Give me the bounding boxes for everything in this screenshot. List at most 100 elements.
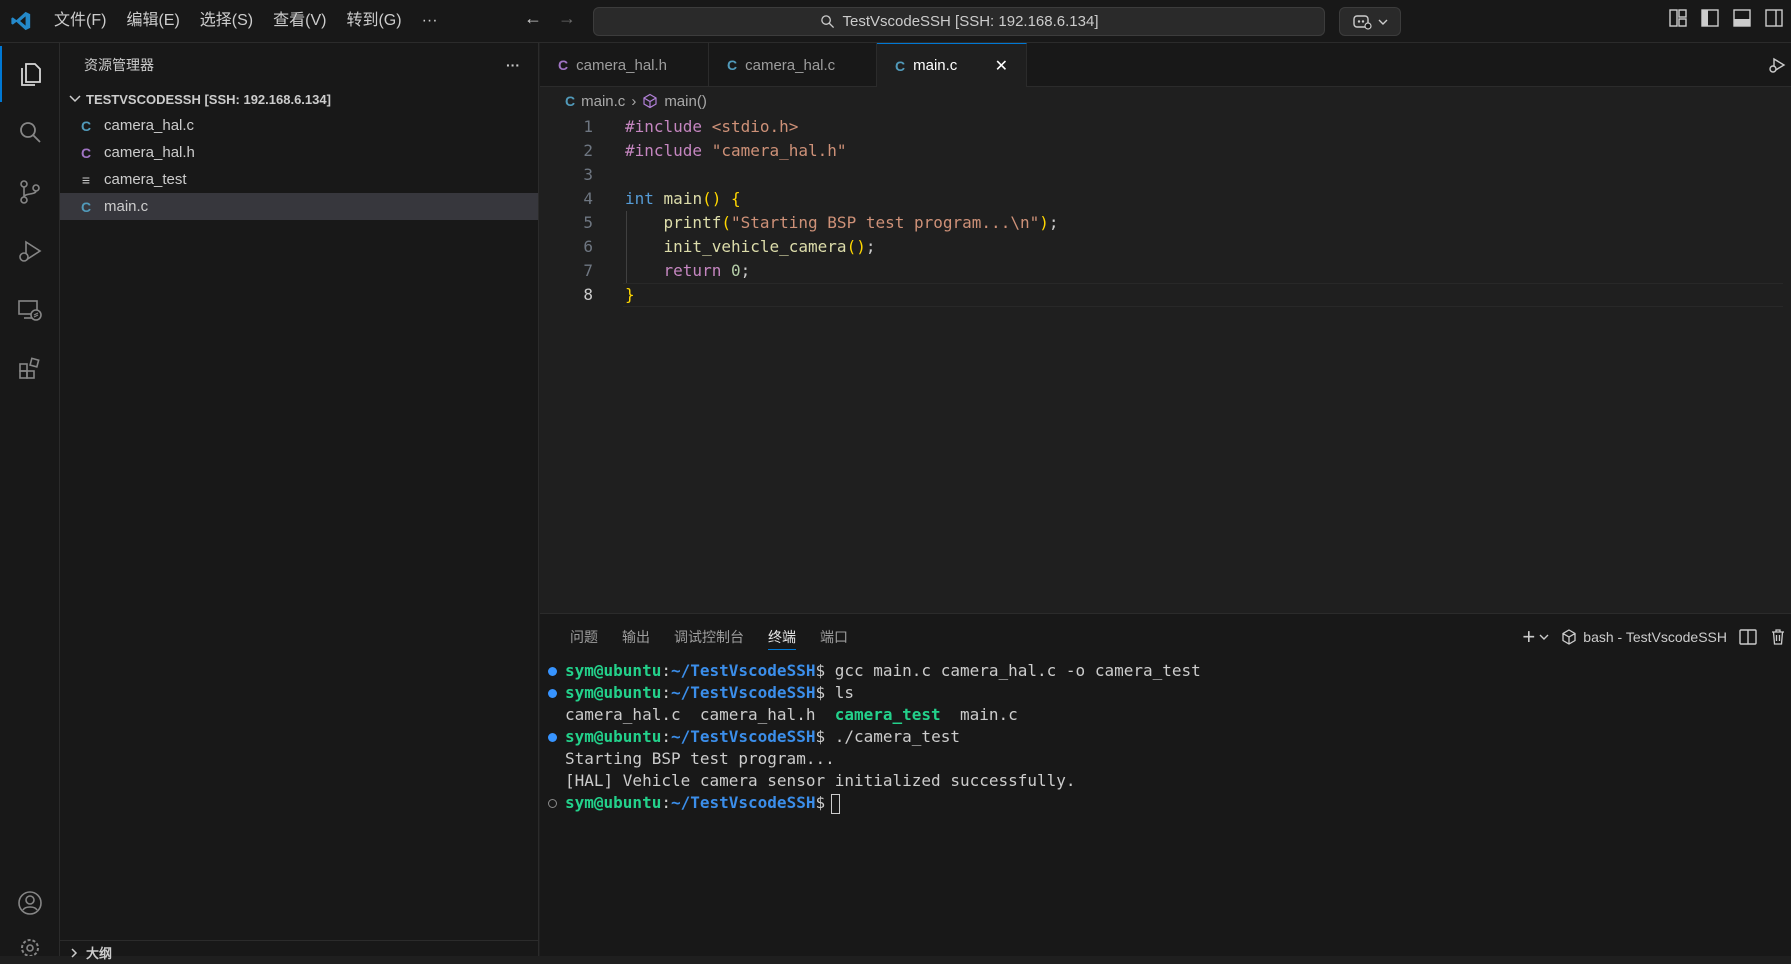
toggle-panel-icon[interactable] xyxy=(1733,9,1751,27)
file-item[interactable]: ≡ camera_test xyxy=(60,166,538,193)
account-icon[interactable] xyxy=(0,875,60,931)
code-token: #include xyxy=(625,141,712,160)
line-number: 8 xyxy=(583,285,593,304)
explorer-icon[interactable] xyxy=(0,46,60,102)
more-actions-button[interactable]: ··· xyxy=(506,57,520,73)
command-decoration[interactable] xyxy=(548,688,565,698)
tab-label: camera_hal.c xyxy=(745,56,836,74)
tab-output[interactable]: 输出 xyxy=(610,614,662,660)
new-terminal-plus-icon[interactable]: + xyxy=(1522,624,1535,650)
run-debug-icon[interactable] xyxy=(0,223,60,279)
tab-terminal[interactable]: 终端 xyxy=(756,614,808,660)
terminal-segment: : xyxy=(661,727,671,746)
terminal-line: Starting BSP test program... xyxy=(548,748,1791,770)
terminal-segment: [HAL] Vehicle camera sensor initialized … xyxy=(565,771,1076,790)
toggle-primary-sidebar-icon[interactable] xyxy=(1701,9,1719,27)
manage-gear-icon[interactable] xyxy=(0,929,60,956)
menu-selection[interactable]: 选择(S) xyxy=(192,7,261,35)
terminal-text: Starting BSP test program... xyxy=(565,748,835,770)
line-number: 1 xyxy=(583,117,593,136)
forward-arrow-icon[interactable]: → xyxy=(550,8,584,29)
copilot-button[interactable] xyxy=(1339,7,1401,36)
file-label: main.c xyxy=(104,198,149,215)
command-decoration[interactable] xyxy=(548,798,565,808)
terminal-segment: sym@ubuntu xyxy=(565,683,662,702)
file-item[interactable]: Ccamera_hal.c xyxy=(60,112,538,139)
copilot-icon xyxy=(1353,14,1372,30)
terminal-text: camera_hal.c camera_hal.h camera_test ma… xyxy=(565,704,1018,726)
remote-explorer-icon[interactable] xyxy=(0,282,60,338)
editor-area: C camera_hal.h C camera_hal.c C main.c ✕… xyxy=(540,43,1791,613)
file-item[interactable]: Cmain.c xyxy=(60,193,538,220)
terminal-line: sym@ubuntu:~/TestVscodeSSH$ ls xyxy=(548,682,1791,704)
code-token: main xyxy=(663,189,703,208)
line-source: #include <stdio.h> xyxy=(593,115,798,139)
close-icon[interactable]: ✕ xyxy=(995,56,1008,76)
terminal-line: camera_hal.c camera_hal.h camera_test ma… xyxy=(548,704,1791,726)
line-number: 3 xyxy=(583,165,593,184)
terminal-segment: : xyxy=(661,683,671,702)
extensions-icon[interactable] xyxy=(0,341,60,397)
terminal-segment: ~/TestVscodeSSH xyxy=(670,683,816,702)
vscode-logo-icon[interactable] xyxy=(0,0,42,43)
code-line: 2 #include "camera_hal.h" xyxy=(540,139,1791,163)
code-token: } xyxy=(625,285,635,304)
breadcrumb-file[interactable]: main.c xyxy=(581,93,625,110)
terminal-segment: ~/TestVscodeSSH xyxy=(670,661,816,680)
menu-view[interactable]: 查看(V) xyxy=(265,7,334,35)
sidebar-header: 资源管理器 ··· xyxy=(60,43,538,86)
command-center-search[interactable]: TestVscodeSSH [SSH: 192.168.6.134] xyxy=(593,7,1325,36)
command-decoration[interactable] xyxy=(548,666,565,676)
line-source: return 0; xyxy=(593,259,751,283)
terminal-selector[interactable]: bash - TestVscodeSSH xyxy=(1561,629,1727,645)
code-editor[interactable]: 1 #include <stdio.h> 2 #include "camera_hal… xyxy=(540,115,1791,307)
terminal-segment: sym@ubuntu xyxy=(565,727,662,746)
run-debug-editor-icon[interactable] xyxy=(1767,55,1787,79)
tab-label: main.c xyxy=(913,57,958,74)
terminal-output[interactable]: sym@ubuntu:~/TestVscodeSSH$ gcc main.c c… xyxy=(540,660,1791,814)
code-token: "Starting BSP test program...\n" xyxy=(730,213,1040,232)
chevron-right-icon: › xyxy=(631,92,637,110)
code-token: int xyxy=(625,189,654,208)
c-file-icon: C xyxy=(80,198,92,215)
back-arrow-icon[interactable]: ← xyxy=(516,8,550,29)
bottom-panel: 问题 输出 调试控制台 终端 端口 + bash - TestVscodeSSH… xyxy=(540,613,1791,956)
toggle-secondary-sidebar-icon[interactable] xyxy=(1765,9,1783,27)
menu-file[interactable]: 文件(F) xyxy=(46,7,114,35)
outline-section-header[interactable]: 大纲 xyxy=(60,940,539,964)
tab-label: camera_hal.h xyxy=(576,56,668,74)
menu-more[interactable]: ··· xyxy=(414,7,446,35)
split-terminal-icon[interactable] xyxy=(1739,628,1757,646)
chevron-down-icon[interactable] xyxy=(1539,633,1549,641)
tab-main-c[interactable]: C main.c ✕ xyxy=(877,43,1027,87)
source-control-icon[interactable] xyxy=(0,164,60,220)
file-label: camera_test xyxy=(104,171,187,188)
tab-debug-console[interactable]: 调试控制台 xyxy=(662,614,756,660)
tab-camera-hal-c[interactable]: C camera_hal.c xyxy=(709,43,877,87)
code-token: ( xyxy=(721,213,731,232)
file-item[interactable]: Ccamera_hal.h xyxy=(60,139,538,166)
terminal-box-icon xyxy=(1562,629,1576,645)
terminal-segment: sym@ubuntu xyxy=(565,661,662,680)
tab-camera-hal-h[interactable]: C camera_hal.h xyxy=(540,43,709,87)
text-file-icon: ≡ xyxy=(81,171,91,188)
tab-problems[interactable]: 问题 xyxy=(558,614,610,660)
line-source xyxy=(593,163,625,187)
menu-edit[interactable]: 编辑(E) xyxy=(118,7,187,35)
trash-icon[interactable] xyxy=(1769,628,1787,646)
decoration-dot-icon xyxy=(548,666,557,676)
command-decoration[interactable] xyxy=(548,732,565,742)
workspace-folder-label: TESTVSCODESSH [SSH: 192.168.6.134] xyxy=(86,91,331,107)
customize-layout-icon[interactable] xyxy=(1669,9,1687,27)
menu-go[interactable]: 转到(G) xyxy=(338,7,409,35)
tab-ports[interactable]: 端口 xyxy=(808,614,860,660)
breadcrumb-symbol[interactable]: main() xyxy=(664,93,707,110)
file-tree: Ccamera_hal.c Ccamera_hal.h ≡ camera_test Cm… xyxy=(60,112,538,220)
workspace-folder-header[interactable]: TESTVSCODESSH [SSH: 192.168.6.134] xyxy=(60,86,538,112)
terminal-text: sym@ubuntu:~/TestVscodeSSH$ gcc main.c c… xyxy=(565,660,1201,682)
search-icon[interactable] xyxy=(0,105,60,161)
line-source: printf("Starting BSP test program...\n")… xyxy=(593,211,1059,235)
